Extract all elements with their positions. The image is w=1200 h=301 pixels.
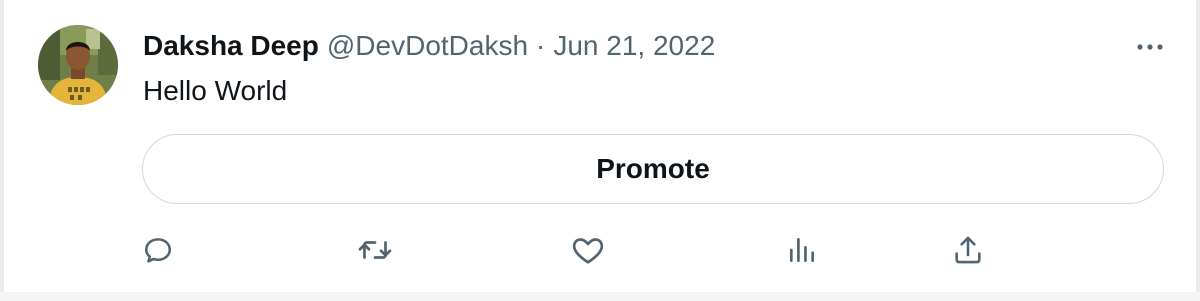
share-icon	[955, 236, 981, 264]
tweet-date[interactable]: Jun 21, 2022	[553, 26, 715, 66]
promote-button[interactable]: Promote	[142, 134, 1164, 204]
more-horizontal-icon	[1137, 44, 1163, 50]
header-separator: ·	[536, 30, 546, 61]
tweet-text: Hello World	[143, 75, 288, 106]
reply-icon	[144, 238, 172, 263]
retweet-icon	[358, 241, 392, 259]
frame-bottom-border	[0, 292, 1200, 301]
author-handle[interactable]: @DevDotDaksh	[327, 26, 528, 66]
retweet-button[interactable]	[355, 230, 395, 270]
views-button[interactable]	[782, 230, 822, 270]
like-button[interactable]	[568, 230, 608, 270]
tweet-card[interactable]: Daksha Deep @DevDotDaksh · Jun 21, 2022 …	[0, 0, 1200, 301]
more-options-button[interactable]	[1130, 32, 1170, 62]
avatar-image	[38, 25, 118, 105]
heart-icon	[572, 238, 604, 264]
tweet-header: Daksha Deep @DevDotDaksh · Jun 21, 2022	[143, 26, 715, 66]
frame-left-border	[0, 0, 4, 301]
avatar[interactable]	[38, 25, 118, 105]
reply-button[interactable]	[138, 230, 178, 270]
frame-right-border	[1196, 0, 1200, 301]
analytics-icon	[790, 238, 814, 262]
share-button[interactable]	[948, 230, 988, 270]
author-name[interactable]: Daksha Deep	[143, 26, 319, 66]
